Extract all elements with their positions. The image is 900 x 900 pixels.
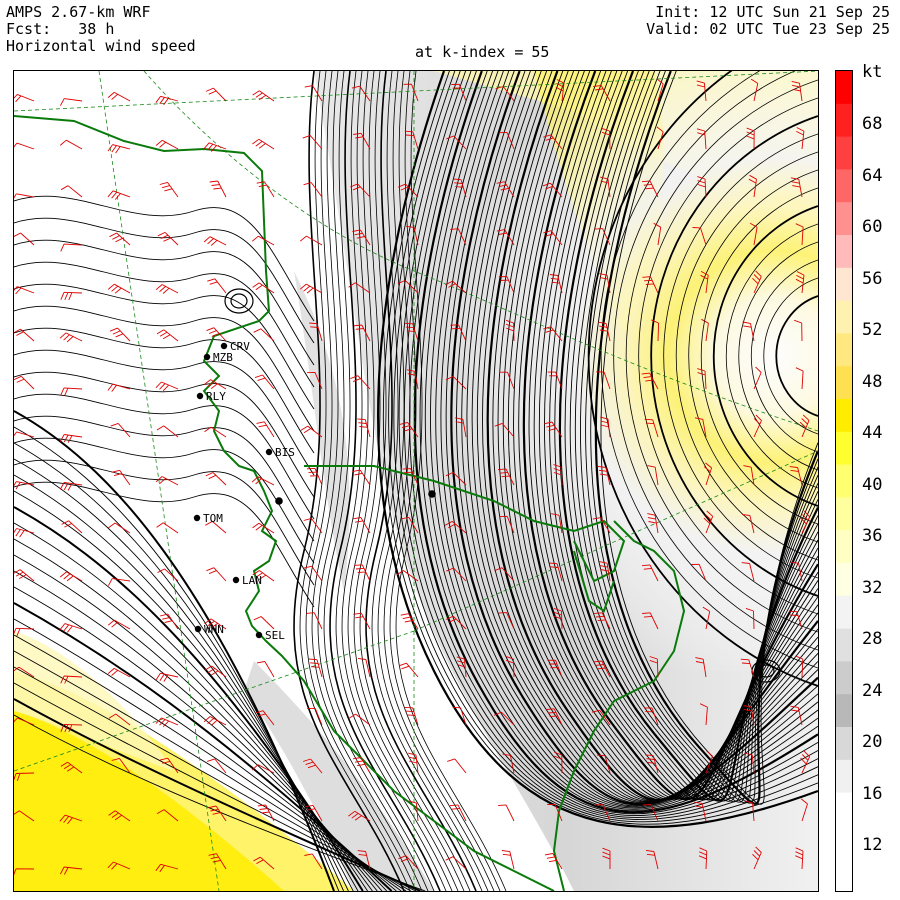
colorbar-swatch [836, 661, 852, 695]
station-dot[interactable] [196, 392, 204, 400]
colorbar-swatch [836, 136, 852, 170]
station-label: RLY [206, 390, 226, 403]
station-label: CRV [230, 340, 250, 353]
station-dot[interactable] [265, 448, 273, 456]
colorbar-label: 20 [862, 732, 883, 752]
colorbar-label: 52 [862, 320, 883, 340]
station-label: WHN [204, 623, 224, 636]
init-time: Init: 12 UTC Sun 21 Sep 25 [655, 3, 890, 21]
colorbar-label: 60 [862, 217, 883, 237]
station-dot[interactable] [193, 514, 201, 522]
colorbar-swatch [836, 727, 852, 761]
wind-speed-map[interactable]: CRV MZB RLY BIS TOM LAN WHN SEL [13, 70, 819, 892]
station-label: SEL [265, 629, 285, 642]
model-title: AMPS 2.67-km WRF [6, 3, 151, 21]
colorbar-label: 12 [862, 835, 883, 855]
colorbar-swatch [836, 694, 852, 728]
station-dot[interactable] [220, 342, 228, 350]
colorbar-swatch [836, 858, 852, 891]
station-label: LAN [242, 574, 262, 587]
colorbar-swatch [836, 825, 852, 859]
colorbar-swatch [836, 431, 852, 466]
colorbar-label: 40 [862, 474, 883, 495]
colorbar-swatches [836, 71, 852, 891]
colorbar-label: 44 [862, 423, 883, 443]
colorbar-label: 32 [862, 577, 883, 598]
header-left: AMPS 2.67-km WRF Fcst: 38 h Horizontal w… [6, 4, 196, 55]
colorbar-swatch [836, 71, 852, 105]
colorbar-swatch [836, 300, 852, 334]
station-dot[interactable] [255, 631, 263, 639]
colorbar-swatch [836, 366, 852, 400]
colorbar-label: 68 [862, 114, 883, 134]
colorbar-swatch [836, 563, 852, 597]
station-dot[interactable] [232, 576, 240, 584]
colorbar-label: 56 [862, 268, 883, 289]
kindex-label: at k-index = 55 [415, 44, 549, 61]
forecast-hours: 38 h [78, 20, 115, 38]
colorbar-label: 36 [862, 526, 883, 546]
colorbar-swatch [836, 464, 852, 498]
station-dot[interactable] [428, 490, 436, 498]
colorbar-swatch [836, 267, 852, 302]
colorbar-swatch [836, 202, 852, 236]
colorbar-swatch [836, 169, 852, 203]
colorbar-swatch [836, 628, 852, 662]
colorbar [835, 70, 853, 892]
station-label: TOM [203, 512, 223, 525]
colorbar-label: 48 [862, 371, 883, 392]
colorbar-swatch [836, 235, 852, 269]
colorbar-swatch [836, 399, 852, 433]
forecast-label: Fcst: [6, 20, 52, 38]
colorbar-unit: kt [862, 62, 883, 82]
colorbar-swatch [836, 497, 852, 531]
colorbar-label: 28 [862, 629, 883, 649]
station-label: BIS [275, 446, 295, 459]
colorbar-swatch [836, 759, 852, 794]
kindex-text: at k-index = [415, 43, 524, 61]
colorbar-label: 24 [862, 680, 883, 701]
colorbar-label: 64 [862, 165, 883, 186]
station-dot[interactable] [203, 353, 211, 361]
colorbar-swatch [836, 530, 852, 564]
map-canvas: CRVMZB RLY BIS TOM LAN WHN SEL [14, 71, 818, 891]
field-title: Horizontal wind speed [6, 37, 196, 55]
kindex-value: 55 [531, 43, 550, 61]
colorbar-swatch [836, 792, 852, 826]
station-dot[interactable] [275, 497, 283, 505]
station-dot[interactable] [194, 625, 202, 633]
colorbar-label: 16 [862, 783, 883, 804]
colorbar-swatch [836, 103, 852, 138]
colorbar-swatch [836, 333, 852, 367]
valid-time: Valid: 02 UTC Tue 23 Sep 25 [646, 20, 890, 38]
header-right: Init: 12 UTC Sun 21 Sep 25 Valid: 02 UTC… [646, 4, 890, 38]
station-label: MZB [213, 351, 233, 364]
colorbar-swatch [836, 595, 852, 630]
